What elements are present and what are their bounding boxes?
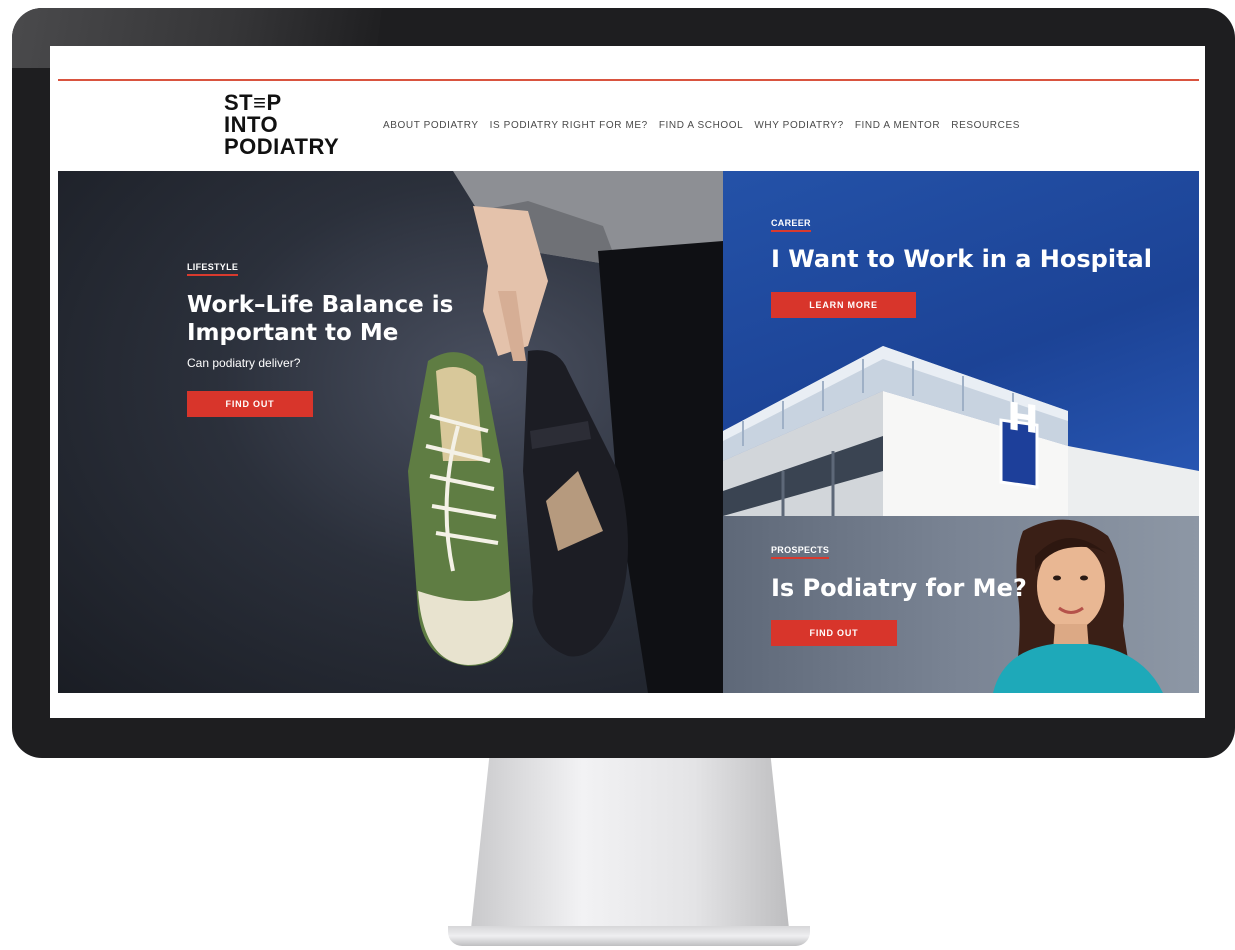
shoes-icon [408, 171, 723, 693]
lifestyle-kicker: LIFESTYLE [187, 262, 239, 276]
prospects-find-out-button[interactable]: FIND OUT [771, 620, 897, 646]
career-headline: I Want to Work in a Hospital [771, 245, 1152, 273]
career-learn-more-button[interactable]: LEARN MORE [771, 292, 916, 318]
career-kicker: CAREER [771, 218, 811, 232]
prospects-headline: Is Podiatry for Me? [771, 574, 1027, 602]
hero-prospects-panel: PROSPECTS Is Podiatry for Me? FIND OUT [723, 516, 1199, 693]
logo-line-1: ST≡P [224, 90, 282, 115]
monitor-stand-base [448, 926, 810, 946]
nav-find-a-mentor[interactable]: FIND A MENTOR [855, 120, 940, 131]
logo-line-2: INTO [224, 112, 279, 137]
main-nav: ABOUT PODIATRY IS PODIATRY RIGHT FOR ME?… [383, 120, 1020, 131]
lifestyle-headline: Work–Life Balance is Important to Me [187, 291, 453, 347]
lifestyle-headline-line-2: Important to Me [187, 320, 399, 346]
nav-find-a-school[interactable]: FIND A SCHOOL [659, 120, 744, 131]
lifestyle-find-out-button[interactable]: FIND OUT [187, 391, 313, 417]
monitor-stand-neck [470, 758, 790, 938]
nav-about-podiatry[interactable]: ABOUT PODIATRY [383, 120, 479, 131]
website-screen: ST≡P INTO PODIATRY ABOUT PODIATRY IS POD… [50, 46, 1205, 718]
prospects-kicker: PROSPECTS [771, 545, 830, 559]
person-icon [993, 519, 1163, 693]
site-logo[interactable]: ST≡P INTO PODIATRY [224, 92, 339, 158]
hospital-sign-letter: H [1007, 395, 1039, 443]
hero-career-panel: H CAREER I Want to Work in a Hospital LE… [723, 171, 1199, 516]
header-rule [58, 79, 1199, 81]
nav-is-podiatry-right[interactable]: IS PODIATRY RIGHT FOR ME? [490, 120, 648, 131]
logo-line-3: PODIATRY [224, 134, 340, 159]
nav-why-podiatry[interactable]: WHY PODIATRY? [754, 120, 844, 131]
nav-resources[interactable]: RESOURCES [951, 120, 1020, 131]
hero-lifestyle-panel: LIFESTYLE Work–Life Balance is Important… [58, 171, 723, 693]
monitor-frame: ST≡P INTO PODIATRY ABOUT PODIATRY IS POD… [12, 8, 1235, 758]
lifestyle-subline: Can podiatry deliver? [187, 356, 301, 370]
lifestyle-headline-line-1: Work–Life Balance is [187, 292, 454, 318]
